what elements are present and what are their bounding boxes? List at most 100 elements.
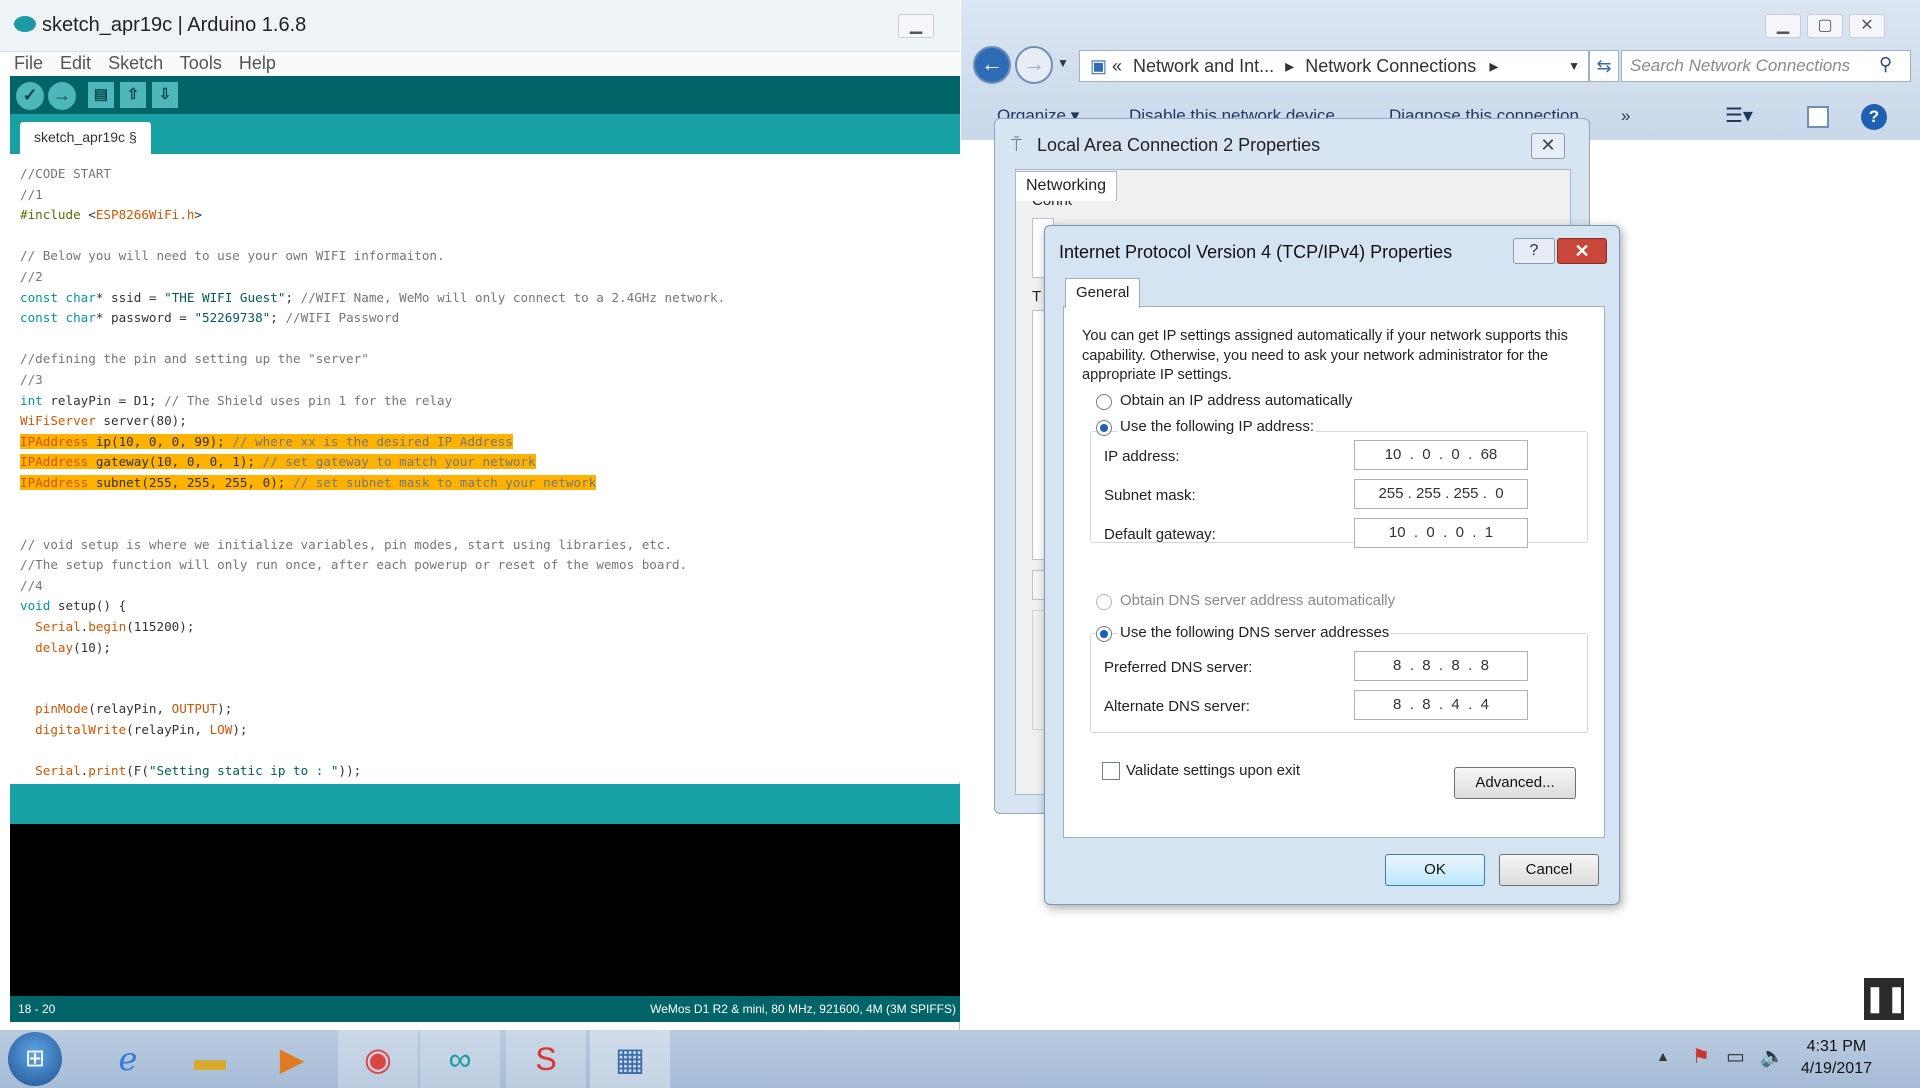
breadcrumb-network-and-internet[interactable]: Network and Int... <box>1133 56 1274 76</box>
upload-button[interactable]: → <box>48 82 76 110</box>
breadcrumb-separator-end[interactable]: ▸ <box>1489 56 1498 76</box>
code-line[interactable]: //4 <box>20 576 960 597</box>
more-commands-button[interactable]: » <box>1621 100 1630 132</box>
preferred-dns-field[interactable]: 8 . 8 . 8 . 8 <box>1354 651 1528 681</box>
address-dropdown-icon[interactable]: ▼ <box>1568 51 1580 81</box>
code-line[interactable] <box>20 514 960 535</box>
advanced-button[interactable]: Advanced... <box>1454 767 1576 799</box>
menu-edit[interactable]: Edit <box>60 53 91 73</box>
code-line[interactable]: IPAddress subnet(255, 255, 255, 0); // s… <box>20 473 960 494</box>
code-line[interactable]: IPAddress ip(10, 0, 0, 99); // where xx … <box>20 432 960 453</box>
open-sketch-button[interactable]: ⇧ <box>120 82 146 108</box>
new-sketch-button[interactable]: ▤ <box>88 82 114 108</box>
code-line[interactable]: //1 <box>20 185 960 206</box>
dns-manual-radio[interactable] <box>1096 626 1112 642</box>
code-line[interactable]: //CODE START <box>20 164 960 185</box>
code-line[interactable]: //The setup function will only run once,… <box>20 555 960 576</box>
validate-checkbox[interactable] <box>1102 762 1120 780</box>
ipv4-help-button[interactable]: ? <box>1513 238 1555 264</box>
sketch-tab[interactable]: sketch_apr19c § <box>20 122 151 154</box>
dns-manual-label[interactable]: Use the following DNS server addresses <box>1118 624 1392 641</box>
chrome-icon[interactable]: ◉ <box>338 1030 418 1088</box>
lac-tab-networking[interactable]: Networking <box>1015 171 1118 201</box>
clock[interactable]: 4:31 PM 4/19/2017 <box>1801 1036 1872 1080</box>
alternate-dns-field[interactable]: 8 . 8 . 4 . 4 <box>1354 690 1528 720</box>
explorer-close-button[interactable]: ✕ <box>1849 14 1885 38</box>
start-button[interactable]: ⊞ <box>8 1032 62 1086</box>
code-line[interactable] <box>20 226 960 247</box>
forward-button[interactable]: → <box>1015 46 1053 84</box>
show-hidden-icons-icon[interactable]: ▲ <box>1656 1048 1670 1064</box>
menu-help[interactable]: Help <box>239 53 276 73</box>
explorer-maximize-button[interactable]: ▢ <box>1807 14 1843 38</box>
preview-pane-icon[interactable] <box>1807 106 1829 128</box>
search-input[interactable]: Search Network Connections <box>1621 50 1911 82</box>
code-line[interactable]: Serial.begin(115200); <box>20 617 960 638</box>
breadcrumb-network-connections[interactable]: Network Connections <box>1305 56 1476 76</box>
address-bar[interactable]: ▣ « Network and Int... ▸ Network Connect… <box>1079 50 1589 82</box>
action-center-flag-icon[interactable]: ⚑ <box>1692 1044 1710 1069</box>
code-line[interactable] <box>20 329 960 350</box>
volume-icon[interactable]: 🔈 <box>1760 1044 1785 1069</box>
code-line[interactable] <box>20 494 960 515</box>
code-line[interactable]: int relayPin = D1; // The Shield uses pi… <box>20 391 960 412</box>
arduino-icon[interactable]: ∞ <box>420 1030 500 1088</box>
change-view-icon[interactable]: ☰▾ <box>1725 100 1753 132</box>
lac-close-button[interactable]: ✕ <box>1531 133 1565 159</box>
refresh-button[interactable]: ⇆ <box>1589 50 1619 82</box>
code-line[interactable]: digitalWrite(relayPin, LOW); <box>20 720 960 741</box>
ip-auto-radio[interactable] <box>1096 394 1112 410</box>
code-line[interactable]: //defining the pin and setting up the "s… <box>20 349 960 370</box>
help-icon[interactable]: ? <box>1861 104 1887 130</box>
network-tray-icon[interactable]: ▭ <box>1726 1044 1745 1069</box>
code-line[interactable]: pinMode(relayPin, OUTPUT); <box>20 699 960 720</box>
code-line[interactable] <box>20 741 960 762</box>
file-explorer-icon[interactable]: ▬ <box>170 1030 250 1088</box>
code-line[interactable]: //3 <box>20 370 960 391</box>
code-line[interactable] <box>20 679 960 700</box>
breadcrumb-separator[interactable]: ▸ <box>1285 56 1294 76</box>
code-line[interactable]: // void setup is where we initialize var… <box>20 535 960 556</box>
ip-manual-label[interactable]: Use the following IP address: <box>1118 418 1316 435</box>
menu-tools[interactable]: Tools <box>180 53 222 73</box>
tab-general[interactable]: General <box>1065 278 1141 308</box>
explorer-minimize-button[interactable]: ▁ <box>1765 14 1801 38</box>
menu-file[interactable]: File <box>14 53 43 73</box>
code-line[interactable]: // Below you will need to use your own W… <box>20 246 960 267</box>
code-line[interactable]: void setup() { <box>20 596 960 617</box>
code-editor[interactable]: //CODE START//1 #include <ESP8266WiFi.h> … <box>10 154 960 782</box>
code-line[interactable]: IPAddress gateway(10, 0, 0, 1); // set g… <box>20 452 960 473</box>
menu-sketch[interactable]: Sketch <box>108 53 163 73</box>
pause-icon[interactable]: ❚❚ <box>1864 978 1908 1020</box>
internet-explorer-icon[interactable]: ℯ <box>88 1030 168 1088</box>
default-gateway-field[interactable]: 10 . 0 . 0 . 1 <box>1354 518 1528 548</box>
code-line[interactable]: delay(10); <box>20 638 960 659</box>
back-button[interactable]: ← <box>973 46 1011 84</box>
subnet-mask-field[interactable]: 255 . 255 . 255 . 0 <box>1354 479 1528 509</box>
code-line[interactable]: Serial.print(F("Setting static ip to : "… <box>20 761 960 782</box>
ip-manual-radio[interactable] <box>1096 420 1112 436</box>
ip-address-field[interactable]: 10 . 0 . 0 . 68 <box>1354 440 1528 470</box>
minimize-button[interactable]: ▁ <box>898 14 934 38</box>
console-output[interactable] <box>10 824 960 996</box>
code-line[interactable] <box>20 658 960 679</box>
code-line[interactable]: #include <ESP8266WiFi.h> <box>20 205 960 226</box>
dns-auto-radio[interactable] <box>1096 594 1112 610</box>
validate-label[interactable]: Validate settings upon exit <box>1126 762 1300 779</box>
ok-button[interactable]: OK <box>1385 854 1485 886</box>
cancel-button[interactable]: Cancel <box>1499 854 1599 886</box>
media-player-icon[interactable]: ▶ <box>252 1030 332 1088</box>
recent-pages-dropdown[interactable]: ▼ <box>1057 56 1069 70</box>
snagit-icon[interactable]: S <box>506 1030 586 1088</box>
verify-button[interactable]: ✓ <box>16 82 44 110</box>
arduino-title-bar[interactable]: sketch_apr19c | Arduino 1.6.8 ▁ <box>0 0 960 52</box>
code-line[interactable]: const char* ssid = "THE WIFI Guest"; //W… <box>20 288 960 309</box>
breadcrumb-overflow[interactable]: « <box>1112 56 1122 76</box>
dns-auto-label[interactable]: Obtain DNS server address automatically <box>1120 592 1395 609</box>
ipv4-close-button[interactable]: ✕ <box>1557 238 1607 264</box>
code-line[interactable]: const char* password = "52269738"; //WIF… <box>20 308 960 329</box>
code-line[interactable]: //2 <box>20 267 960 288</box>
save-sketch-button[interactable]: ⇩ <box>152 82 178 108</box>
code-line[interactable]: WiFiServer server(80); <box>20 411 960 432</box>
network-settings-icon[interactable]: ▦ <box>590 1030 670 1088</box>
